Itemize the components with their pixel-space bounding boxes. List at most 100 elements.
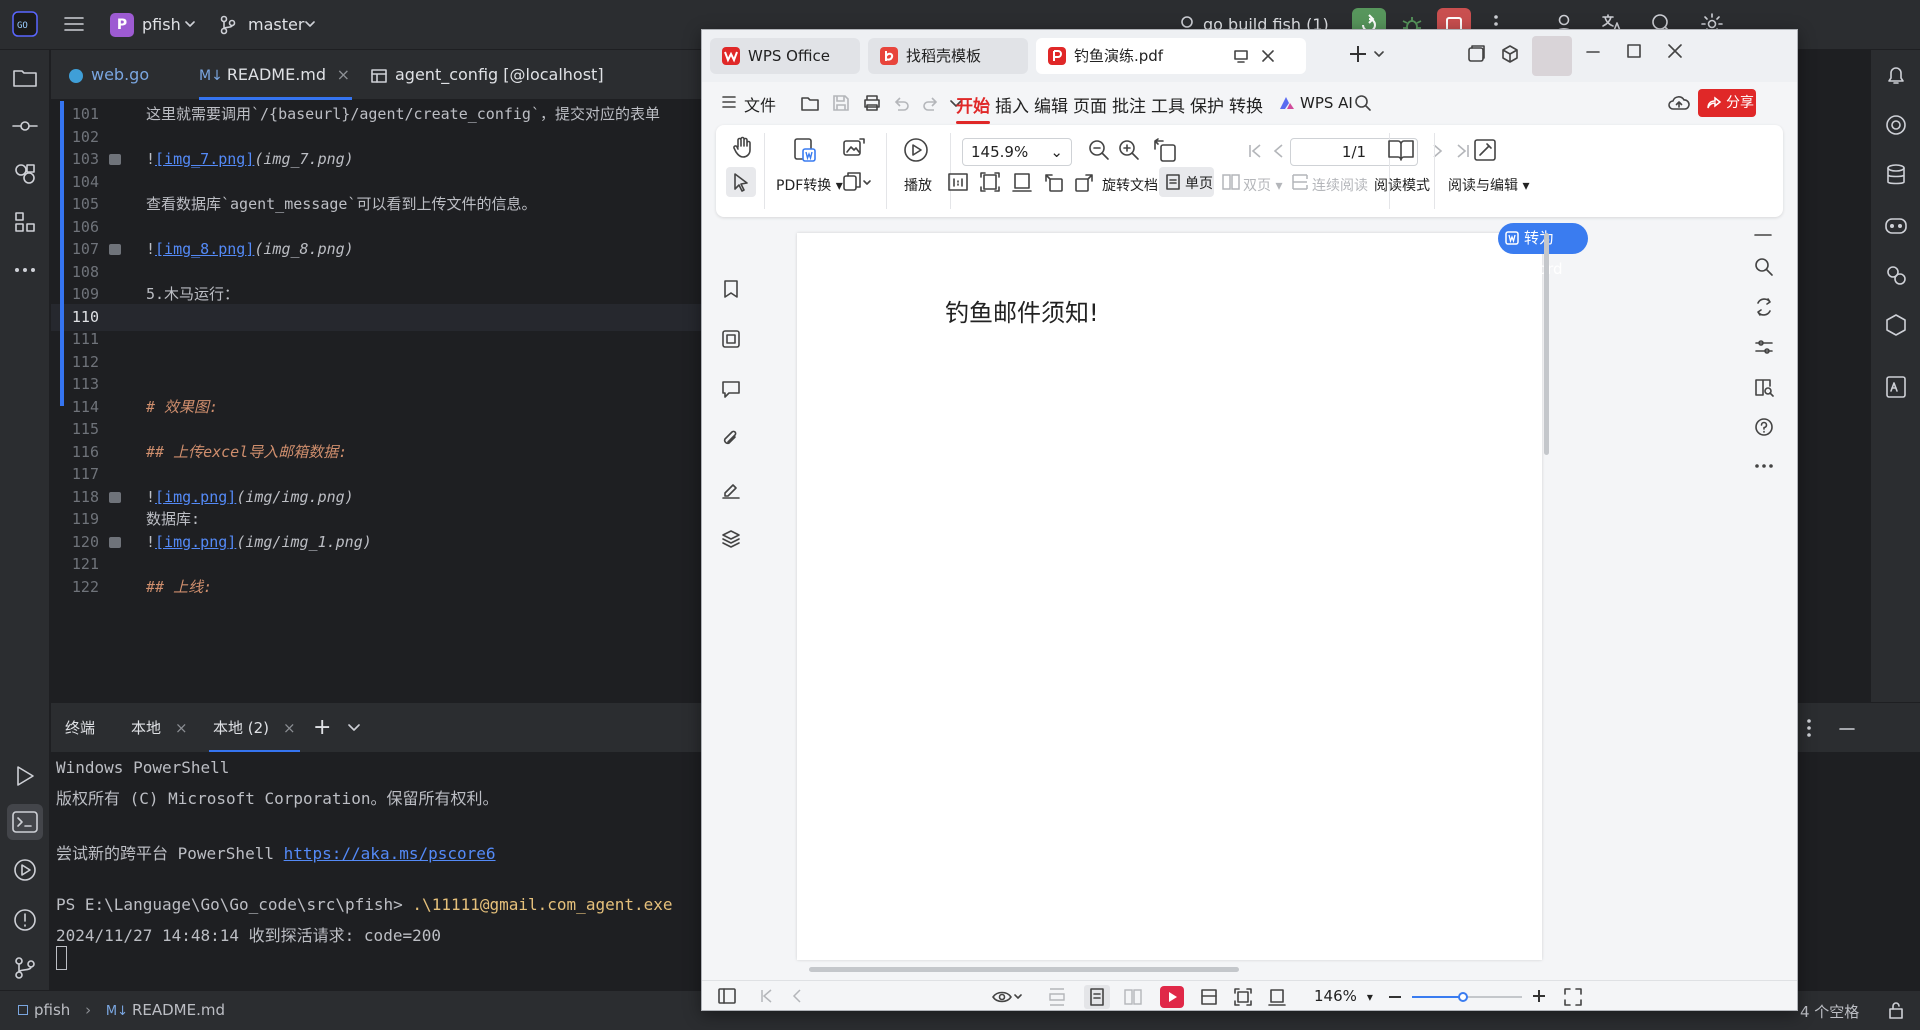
- lock-icon[interactable]: [1888, 1001, 1904, 1019]
- thumbnail-icon[interactable]: [721, 329, 741, 349]
- actual-size-icon[interactable]: [947, 171, 969, 193]
- copy-dropdown-icon[interactable]: [842, 171, 874, 193]
- continuous-icon[interactable]: [1291, 173, 1309, 191]
- plugin-icon[interactable]: [1883, 262, 1909, 288]
- menu-protect[interactable]: 保护: [1190, 92, 1224, 117]
- continuous-view-icon[interactable]: [1049, 988, 1065, 1006]
- read-edit-icon[interactable]: [1472, 137, 1498, 163]
- project-name[interactable]: pfish: [142, 15, 181, 34]
- help-icon[interactable]: [1754, 417, 1774, 437]
- double-page-icon[interactable]: [1222, 173, 1240, 191]
- close-tab-icon[interactable]: ×: [283, 719, 296, 737]
- minimize-icon[interactable]: [1839, 727, 1855, 731]
- new-tab-plus-icon[interactable]: [1348, 44, 1368, 64]
- single-view-button[interactable]: [1084, 985, 1110, 1009]
- breadcrumb-project[interactable]: pfish: [34, 1001, 70, 1019]
- terminal-tab-local[interactable]: 本地 ×: [131, 703, 188, 753]
- first-page-icon[interactable]: [760, 989, 772, 1003]
- read-edit-label[interactable]: 阅读与编辑 ▾: [1448, 175, 1529, 195]
- menu-start[interactable]: 开始: [956, 92, 990, 124]
- project-folder-icon[interactable]: [11, 64, 39, 92]
- share-button[interactable]: 分享: [1698, 89, 1756, 117]
- search-icon[interactable]: [1354, 94, 1372, 112]
- tab-web-go[interactable]: web.go: [69, 50, 149, 100]
- wps-ai-button[interactable]: WPS AI: [1300, 94, 1353, 112]
- read-mode-icon[interactable]: [1386, 137, 1416, 163]
- play-icon[interactable]: [903, 137, 929, 163]
- play-label[interactable]: 播放: [904, 175, 932, 195]
- zoom-select[interactable]: 145.9% ⌄: [962, 138, 1072, 166]
- plugins-icon[interactable]: [11, 160, 39, 188]
- rotate-left-icon[interactable]: [1043, 171, 1065, 193]
- minimize-icon[interactable]: [1586, 50, 1600, 54]
- scroll-thumb[interactable]: [1544, 233, 1549, 455]
- sidebar-toggle-icon[interactable]: [718, 988, 736, 1004]
- fit-page-icon[interactable]: [979, 171, 1001, 193]
- image-preview-icon[interactable]: [109, 536, 121, 548]
- more-horizontal-icon[interactable]: [1754, 463, 1774, 469]
- double-view-icon[interactable]: [1124, 988, 1142, 1006]
- run-icon[interactable]: [11, 762, 39, 790]
- translate-icon[interactable]: [1754, 297, 1774, 317]
- git-icon[interactable]: [11, 954, 39, 982]
- fit-page-icon[interactable]: [1234, 988, 1252, 1006]
- close-tab-icon[interactable]: [1261, 49, 1275, 63]
- horizontal-scrollbar[interactable]: [797, 962, 1542, 976]
- image-link[interactable]: [img_8.png]: [155, 240, 254, 258]
- window-layout-icon[interactable]: [1466, 44, 1486, 64]
- image-link[interactable]: [img.png]: [155, 488, 236, 506]
- new-terminal-plus-icon[interactable]: +: [313, 703, 331, 753]
- open-folder-icon[interactable]: [800, 94, 820, 112]
- tab-template[interactable]: 找稻壳模板: [868, 38, 1028, 74]
- menu-comment[interactable]: 批注: [1112, 92, 1146, 117]
- menu-convert[interactable]: 转换: [1229, 92, 1263, 117]
- vertical-scrollbar[interactable]: [1540, 225, 1552, 960]
- image-link[interactable]: [img_7.png]: [155, 150, 254, 168]
- fit-width-icon[interactable]: [1011, 171, 1033, 193]
- zoom-in-icon[interactable]: [1532, 989, 1546, 1003]
- zoom-level-select[interactable]: 146% ▾: [1314, 987, 1373, 1005]
- hamburger-icon[interactable]: [722, 95, 736, 109]
- pdf-convert-icon[interactable]: [792, 137, 818, 163]
- play-slideshow-button[interactable]: [1160, 986, 1184, 1008]
- layers-icon[interactable]: [721, 529, 741, 549]
- hand-tool-icon[interactable]: [732, 135, 754, 159]
- tab-agent-config[interactable]: agent_config [@localhost]: [371, 50, 604, 100]
- save-icon[interactable]: [832, 94, 850, 112]
- terminal-tab-local-2[interactable]: 本地 (2) ×: [209, 703, 300, 753]
- markdown-preview-icon[interactable]: [1883, 374, 1909, 400]
- markdown-editor[interactable]: 101 这里就需要调用`/{baseurl}/agent/create_confi…: [51, 101, 701, 701]
- menu-tools[interactable]: 工具: [1151, 92, 1185, 117]
- main-menu-icon[interactable]: [63, 14, 85, 34]
- search-icon[interactable]: [1754, 257, 1774, 277]
- pdf-page[interactable]: 钓鱼邮件须知!: [797, 233, 1542, 960]
- problems-icon[interactable]: [11, 906, 39, 934]
- single-page-button[interactable]: 单页: [1159, 167, 1214, 197]
- menu-edit[interactable]: 编辑: [1034, 92, 1068, 117]
- menu-page[interactable]: 页面: [1073, 92, 1107, 117]
- services-icon[interactable]: [11, 856, 39, 884]
- scroll-thumb[interactable]: [809, 967, 1239, 972]
- eye-protection-icon[interactable]: [992, 989, 1022, 1005]
- actual-size-icon[interactable]: [1268, 988, 1286, 1006]
- chevron-down-icon[interactable]: [348, 724, 360, 732]
- collapse-icon[interactable]: [1754, 233, 1772, 237]
- cube-icon[interactable]: [1500, 44, 1520, 64]
- cloud-upload-icon[interactable]: [1668, 94, 1690, 112]
- double-page-label[interactable]: 双页 ▾: [1243, 175, 1282, 195]
- comment-icon[interactable]: [721, 379, 741, 399]
- rotate-doc-label[interactable]: 旋转文档: [1102, 175, 1158, 195]
- prev-page-icon[interactable]: [1272, 143, 1284, 159]
- terminal-link[interactable]: https://aka.ms/pscore6: [284, 844, 496, 863]
- zoom-out-icon[interactable]: [1388, 995, 1402, 999]
- image-convert-icon[interactable]: [842, 137, 866, 159]
- tab-pdf-document[interactable]: 钓鱼演练.pdf: [1036, 38, 1306, 74]
- prev-page-icon[interactable]: [792, 989, 802, 1003]
- structure-icon[interactable]: [11, 208, 39, 236]
- tab-wps-office[interactable]: WPS Office: [710, 38, 860, 74]
- branch-name[interactable]: master: [248, 15, 304, 34]
- breadcrumb-file[interactable]: README.md: [132, 1001, 225, 1019]
- image-preview-icon[interactable]: [109, 244, 121, 255]
- database-icon[interactable]: [1883, 162, 1909, 188]
- ai-assistant-icon[interactable]: [1883, 112, 1909, 138]
